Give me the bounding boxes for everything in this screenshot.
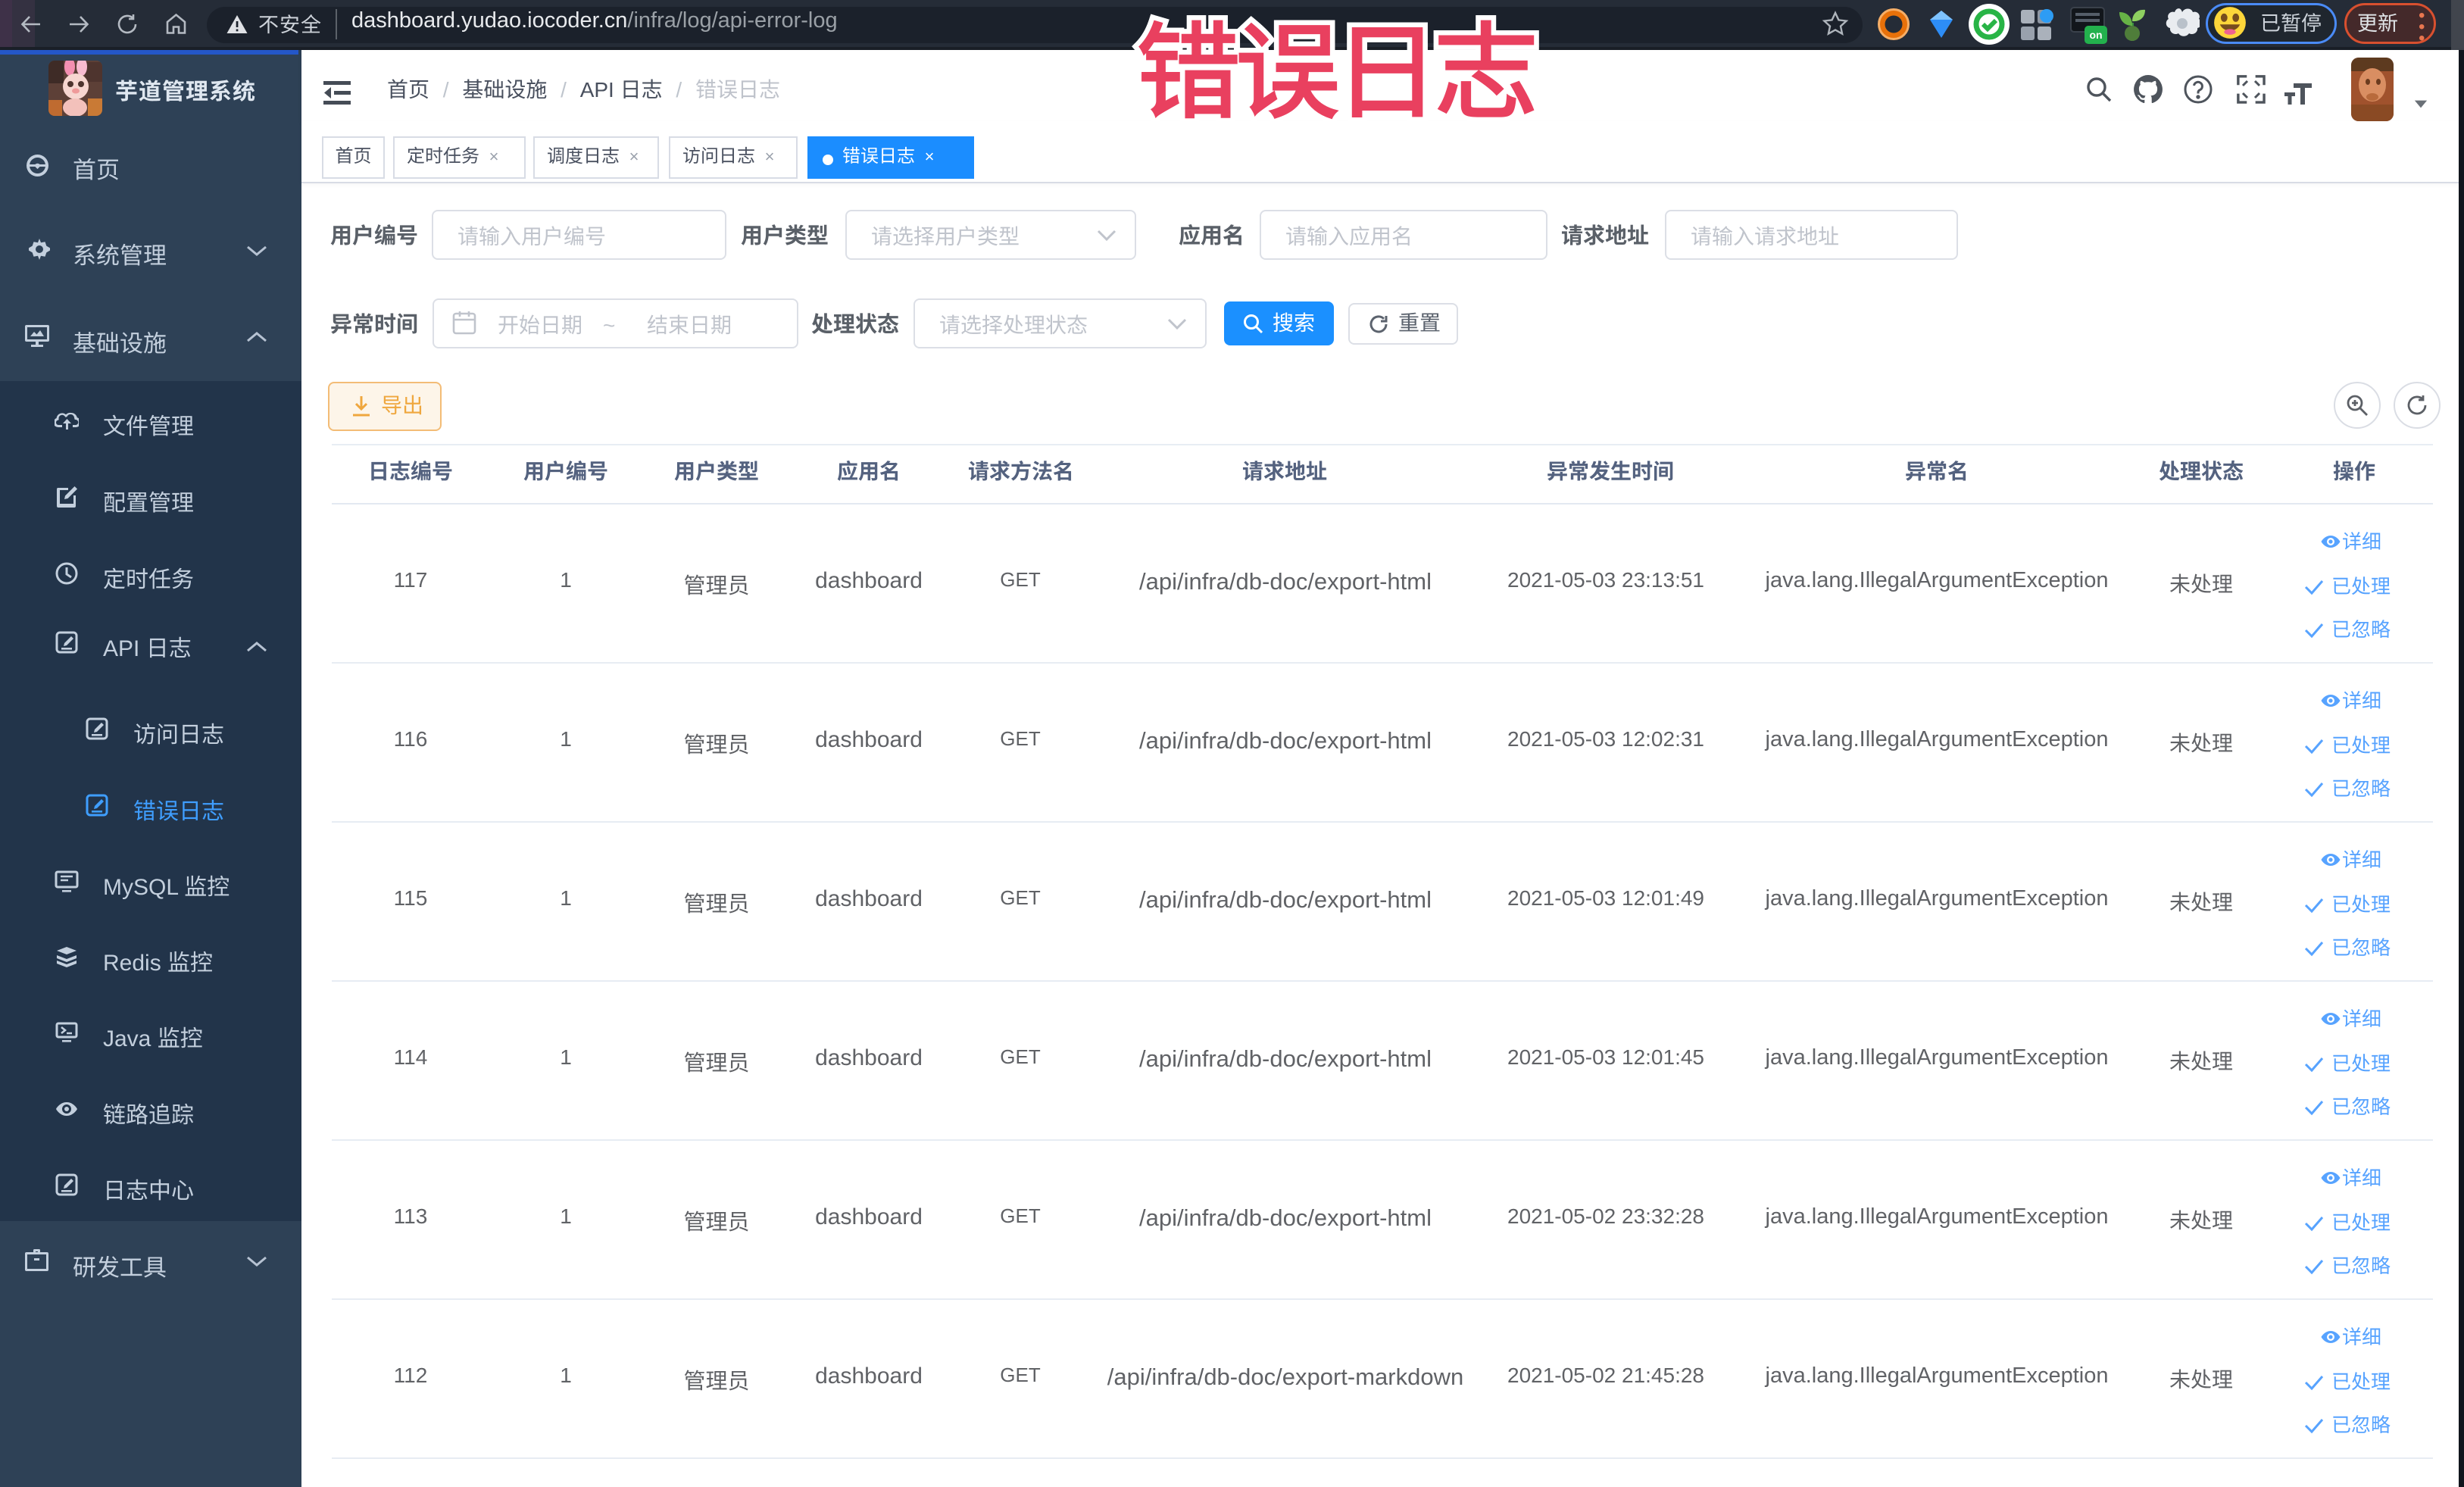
- svg-text:on: on: [2089, 29, 2102, 41]
